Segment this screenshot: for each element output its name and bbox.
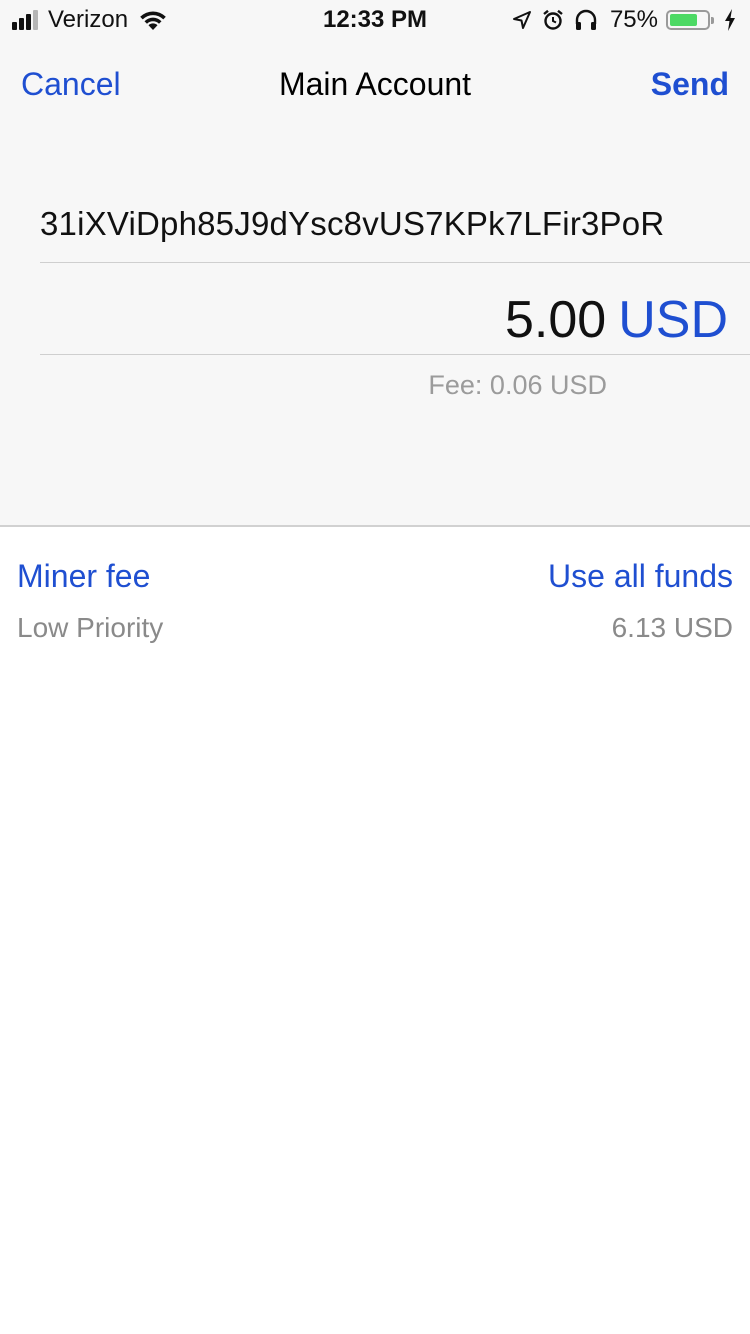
fee-label: Fee: 0.06 USD (428, 370, 607, 400)
status-bar: Verizon 12:33 PM 75% (0, 0, 750, 40)
cancel-button[interactable]: Cancel (21, 66, 121, 103)
divider (40, 262, 750, 263)
battery-icon (666, 10, 714, 30)
charging-bolt-icon (724, 9, 736, 31)
battery-nub (711, 17, 714, 24)
battery-level (670, 14, 697, 26)
available-balance: 6.13 USD (611, 612, 733, 643)
navigation-bar: Cancel Main Account Send (0, 60, 750, 112)
recipient-address-field[interactable]: 31iXViDph85J9dYsc8vUS7KPk7LFir3PoR (40, 205, 664, 243)
use-all-funds-button[interactable]: Use all funds (548, 558, 733, 595)
location-arrow-icon (512, 10, 532, 30)
alarm-icon (542, 9, 564, 31)
amount-field[interactable]: 5.00 USD (505, 290, 728, 350)
currency-toggle[interactable]: USD (618, 291, 728, 349)
miner-fee-button[interactable]: Miner fee (17, 558, 150, 595)
amount-value[interactable]: 5.00 (505, 291, 606, 349)
headphones-icon (574, 9, 598, 31)
status-right: 75% (502, 6, 736, 34)
priority-label: Low Priority (17, 612, 164, 643)
send-button[interactable]: Send (651, 66, 729, 103)
send-form-area: Verizon 12:33 PM 75% Cancel Main Account… (0, 0, 750, 527)
divider (40, 354, 750, 355)
battery-percent: 75% (609, 6, 658, 33)
